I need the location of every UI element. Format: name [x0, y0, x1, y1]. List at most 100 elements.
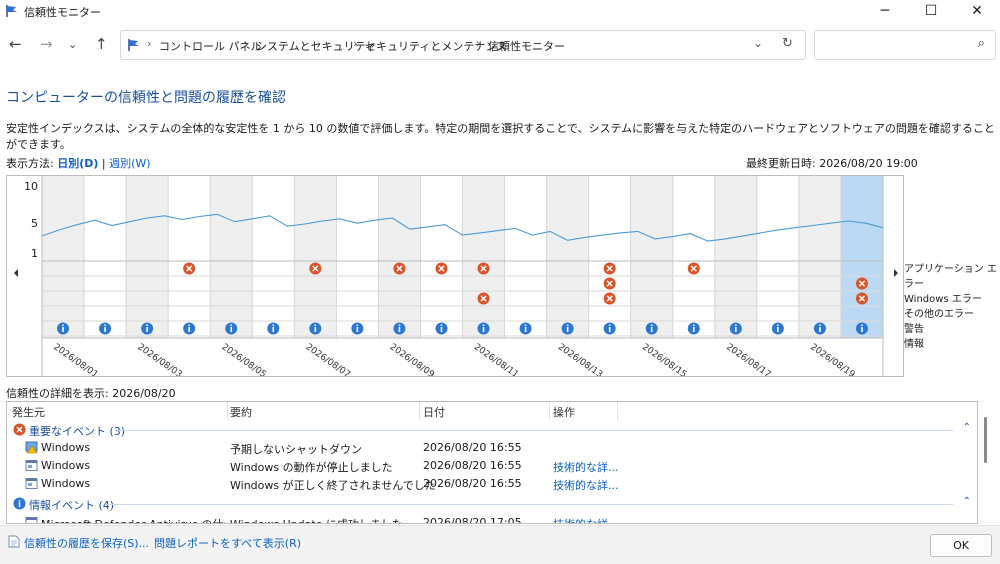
forward-arrow-icon[interactable]: →	[40, 35, 53, 53]
day-column-08-17[interactable]	[714, 176, 757, 338]
column-header-source[interactable]: 発生元	[12, 404, 45, 420]
day-column-08-16[interactable]	[672, 176, 715, 338]
info-event-glyph	[819, 324, 821, 326]
day-column-08-05[interactable]	[210, 176, 253, 338]
y-tick-label: 1	[31, 247, 38, 260]
title-bar: 信頼性モニター ─ ☐ ✕	[0, 0, 1000, 22]
scroll-left-arrow-icon[interactable]	[14, 269, 18, 277]
info-event-glyph	[356, 324, 359, 326]
info-event-glyph	[566, 324, 569, 326]
info-event-glyph	[482, 324, 485, 326]
day-column-08-20[interactable]	[840, 176, 883, 338]
day-column-08-02[interactable]	[84, 176, 127, 338]
info-event-glyph	[692, 327, 695, 332]
refresh-icon[interactable]: ↻	[782, 36, 793, 51]
reliability-chart-svg[interactable]: 10 5 1 2026/08/01 2026/08/03 2026/08/05 2026/0…	[7, 176, 903, 380]
breadcrumb-security-maintenance[interactable]: セキュリティとメンテナンス	[365, 38, 507, 54]
collapse-chevron-icon[interactable]: ⌃	[963, 496, 971, 507]
scrollbar-thumb[interactable]	[984, 417, 987, 463]
breadcrumb-system-security[interactable]: システムとセキュリティ	[256, 38, 376, 54]
view-daily-link[interactable]: 日別(D)	[57, 157, 98, 170]
windows-warning-icon	[25, 441, 38, 454]
info-event-glyph	[314, 327, 317, 332]
info-event-glyph	[398, 327, 401, 332]
day-column-08-04[interactable]	[168, 176, 211, 338]
day-column-08-13[interactable]	[546, 176, 589, 338]
day-column-08-14[interactable]	[588, 176, 631, 338]
info-event-glyph	[230, 324, 233, 326]
view-mode-label: 表示方法:	[6, 157, 54, 170]
x-tick-label: 2026/08/15	[640, 342, 688, 376]
day-column-08-15[interactable]	[630, 176, 673, 338]
event-row-labels: アプリケーション エラー Windows エラー その他のエラー 警告 情報	[904, 262, 1000, 352]
information-icon	[13, 497, 26, 510]
row-label-application-error: アプリケーション エラー	[904, 264, 997, 290]
day-column-08-10[interactable]	[420, 176, 463, 338]
x-tick-label: 2026/08/09	[388, 342, 436, 376]
address-dropdown-chevron-icon[interactable]: ⌄	[753, 36, 763, 50]
recent-locations-chevron-icon[interactable]: ⌄	[68, 38, 77, 51]
column-header-summary[interactable]: 要約	[230, 404, 252, 420]
details-scrollbar[interactable]	[979, 401, 993, 522]
save-history-link[interactable]: 信頼性の履歴を保存(S)...	[24, 535, 149, 551]
last-updated-text: 最終更新日時: 2026/08/20 19:00	[746, 157, 918, 170]
minimize-button[interactable]: ─	[862, 0, 908, 22]
view-mode-separator: |	[101, 157, 106, 170]
info-event-glyph	[608, 324, 611, 326]
info-event-glyph	[356, 327, 359, 332]
row-summary: Windows Update に成功しました	[230, 516, 403, 523]
breadcrumb-separator-icon: ›	[476, 37, 481, 50]
info-event-glyph	[188, 324, 190, 326]
maximize-button[interactable]: ☐	[908, 0, 954, 22]
info-event-glyph	[104, 324, 106, 326]
column-header-action[interactable]: 操作	[553, 404, 575, 420]
details-table[interactable]: 発生元 要約 日付 操作 ^ 重要なイベント (3) ⌃ Windows 予期し…	[6, 401, 978, 524]
row-source: Windows	[41, 441, 91, 454]
info-event-glyph	[650, 324, 653, 326]
view-all-reports-link[interactable]: 問題レポートをすべて表示(R)	[154, 535, 301, 551]
day-column-08-08[interactable]	[336, 176, 379, 338]
day-column-08-06[interactable]	[252, 176, 295, 338]
row-action-link[interactable]: 技術的な詳...	[553, 477, 619, 493]
group-divider	[117, 430, 953, 431]
group-critical-label: 重要なイベント (3)	[29, 425, 126, 438]
back-arrow-icon[interactable]: ←	[9, 35, 22, 53]
view-weekly-link[interactable]: 週別(W)	[109, 157, 150, 170]
row-label-info: 情報	[904, 339, 924, 350]
day-column-08-19[interactable]	[798, 176, 841, 338]
day-column-08-11[interactable]	[462, 176, 505, 338]
column-separator	[617, 402, 618, 420]
navigation-bar: ← → ⌄ ↑ › コントロール パネル › システムとセキュリティ › セキュ…	[0, 27, 1000, 63]
day-column-08-03[interactable]	[126, 176, 169, 338]
row-date: 2026/08/20 17:05	[423, 516, 522, 524]
row-action-link[interactable]: 技術的な詳...	[553, 459, 619, 475]
info-event-glyph	[272, 327, 275, 332]
scroll-right-arrow-icon[interactable]	[894, 269, 898, 277]
day-column-08-09[interactable]	[378, 176, 421, 338]
row-action-link[interactable]: 技術的な詳...	[553, 516, 619, 523]
up-arrow-icon[interactable]: ↑	[95, 35, 108, 53]
breadcrumb-reliability-monitor[interactable]: 信頼性モニター	[488, 38, 565, 54]
info-event-glyph	[188, 327, 190, 332]
info-event-glyph	[692, 324, 695, 326]
search-box[interactable]: ⌕	[814, 30, 996, 60]
info-event-glyph	[861, 324, 863, 326]
day-column-08-01[interactable]	[42, 176, 85, 338]
address-bar[interactable]: › コントロール パネル › システムとセキュリティ › セキュリティとメンテナ…	[120, 30, 806, 60]
collapse-chevron-icon[interactable]: ⌃	[963, 422, 971, 433]
reliability-chart[interactable]: 10 5 1 2026/08/01 2026/08/03 2026/08/05 2026/0…	[6, 175, 904, 380]
info-event-glyph	[314, 324, 317, 326]
ok-button[interactable]: OK	[930, 534, 992, 557]
y-tick-label: 10	[24, 180, 38, 193]
day-column-08-18[interactable]	[756, 176, 799, 338]
critical-error-icon	[13, 423, 26, 436]
day-column-08-12[interactable]	[504, 176, 547, 338]
day-column-08-07[interactable]	[294, 176, 337, 338]
x-tick-label: 2026/08/13	[556, 342, 604, 376]
x-tick-label: 2026/08/05	[220, 342, 268, 376]
info-event-glyph	[566, 327, 569, 332]
column-header-date[interactable]: 日付	[423, 404, 445, 420]
x-tick-label: 2026/08/01	[51, 342, 99, 376]
close-button[interactable]: ✕	[954, 0, 1000, 22]
reliability-monitor-icon	[6, 5, 17, 17]
